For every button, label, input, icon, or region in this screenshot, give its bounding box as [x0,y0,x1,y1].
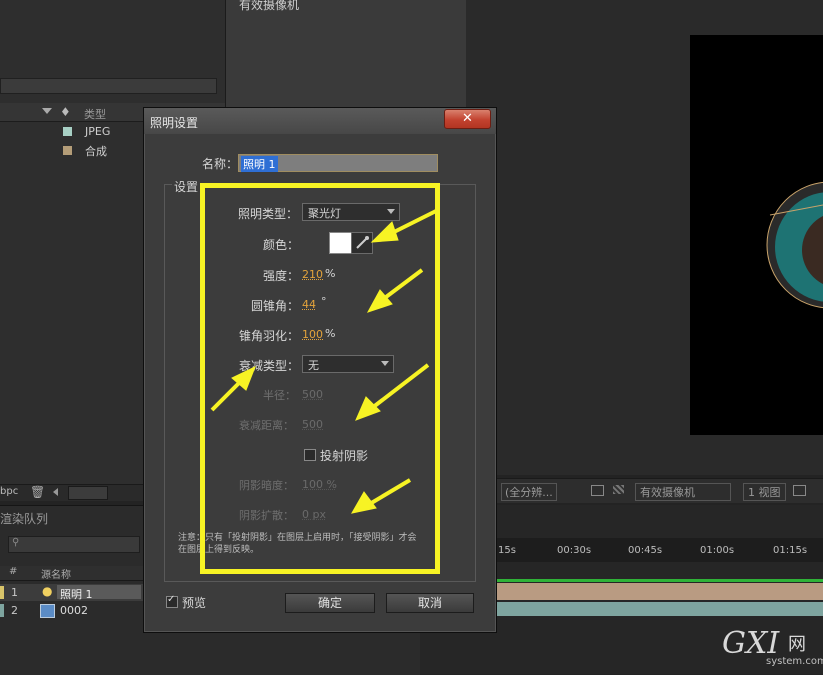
annotation-arrow-head [356,397,380,420]
annotation-arrow [368,480,410,505]
annotation-arrow-head [372,222,398,242]
annotation-arrow [382,270,422,300]
annotation-arrows [0,0,823,674]
watermark-cn: 网 [788,630,806,656]
watermark-site: system.com [766,656,823,667]
annotation-arrow [372,365,428,408]
annotation-arrow-head [352,492,376,513]
annotation-arrow [212,380,242,410]
